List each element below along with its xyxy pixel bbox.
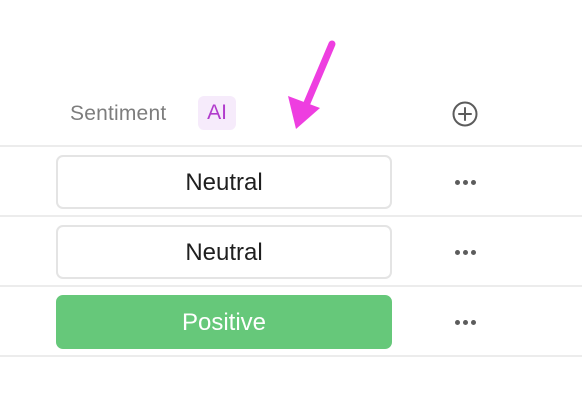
ellipsis-icon[interactable] <box>448 311 484 335</box>
sentiment-cell-positive[interactable]: Positive <box>56 295 392 349</box>
sentiment-cell-neutral[interactable]: Neutral <box>56 225 392 279</box>
table-header: Sentiment AI <box>0 88 582 144</box>
column-title-sentiment[interactable]: Sentiment <box>70 102 166 126</box>
ellipsis-icon[interactable] <box>448 241 484 265</box>
sentiment-cell-neutral[interactable]: Neutral <box>56 155 392 209</box>
row-divider <box>0 355 582 357</box>
row-divider <box>0 145 582 147</box>
sentiment-table: Sentiment AI Neutral Neutral Positive <box>0 0 582 418</box>
row-divider <box>0 285 582 287</box>
row-divider <box>0 215 582 217</box>
plus-circle-icon[interactable] <box>451 100 479 128</box>
ai-badge[interactable]: AI <box>198 96 236 130</box>
ellipsis-icon[interactable] <box>448 171 484 195</box>
